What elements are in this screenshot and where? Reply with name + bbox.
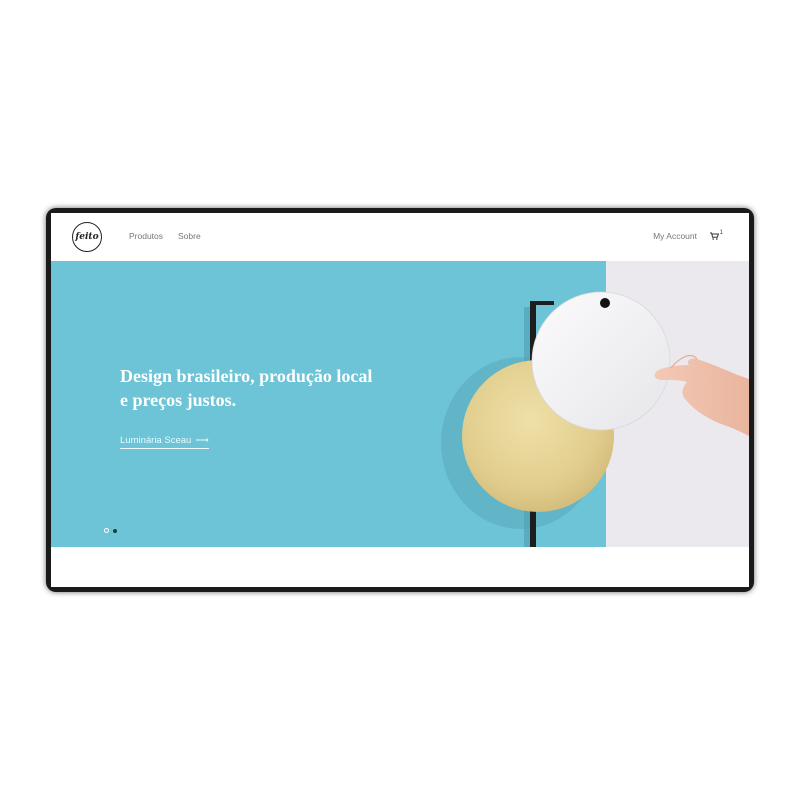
hero-cta-link[interactable]: Luminária Sceau ⟶ xyxy=(120,435,209,449)
headline-line-2: e preços justos. xyxy=(120,390,237,410)
hero-banner: Design brasileiro, produção local e preç… xyxy=(51,261,749,547)
hero-headline: Design brasileiro, produção local e preç… xyxy=(120,364,420,412)
browser-viewport: feito Produtos Sobre My Account 1 Design… xyxy=(51,213,749,587)
cta-label: Luminária Sceau xyxy=(120,435,192,446)
logo-text: feito xyxy=(75,232,99,242)
nav-link-sobre[interactable]: Sobre xyxy=(178,231,201,241)
carousel-dot-2[interactable] xyxy=(113,528,117,533)
cart-button[interactable]: 1 xyxy=(709,230,723,240)
feito-logo[interactable]: feito xyxy=(72,222,102,252)
carousel-dot-1[interactable] xyxy=(104,528,109,533)
nav-link-produtos[interactable]: Produtos xyxy=(129,231,163,241)
cart-count: 1 xyxy=(719,230,723,236)
site-header: feito Produtos Sobre My Account 1 xyxy=(51,213,749,261)
arrow-right-icon: ⟶ xyxy=(195,435,209,446)
content-below-hero xyxy=(51,547,749,587)
cart-icon xyxy=(709,232,719,240)
carousel-dots xyxy=(104,528,117,533)
my-account-link[interactable]: My Account xyxy=(653,231,697,241)
headline-line-1: Design brasileiro, produção local xyxy=(120,366,373,386)
